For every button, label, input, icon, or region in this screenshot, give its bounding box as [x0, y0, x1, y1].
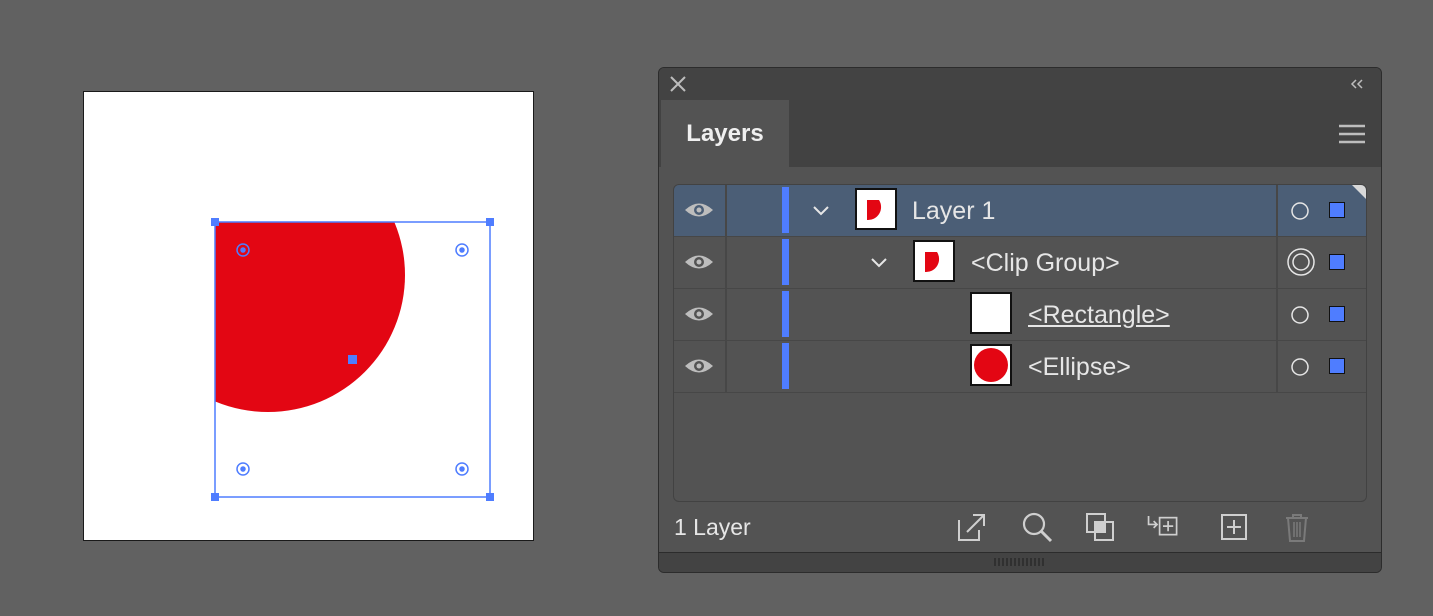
layer-color-bar	[782, 239, 789, 285]
visibility-eye-icon[interactable]	[684, 253, 714, 271]
layer-thumbnail	[970, 344, 1012, 386]
selection-indicator[interactable]	[1329, 202, 1345, 218]
close-icon[interactable]	[669, 75, 687, 93]
layer-row-ellipse[interactable]: <Ellipse>	[674, 341, 1366, 393]
corner-triangle-icon	[1352, 185, 1366, 199]
target-ring-icon[interactable]	[1290, 305, 1310, 325]
layer-thumbnail	[913, 240, 955, 282]
layers-list: Layer 1 <Clip Group> <Rectangle> <Ellips…	[673, 184, 1367, 502]
visibility-eye-icon[interactable]	[684, 201, 714, 219]
layer-row-clip-group[interactable]: <Clip Group>	[674, 237, 1366, 289]
tab-layers[interactable]: Layers	[661, 100, 789, 167]
layer-name[interactable]: Layer 1	[912, 197, 995, 226]
selection-indicator[interactable]	[1329, 254, 1345, 270]
new-layer-icon[interactable]	[1217, 510, 1251, 544]
layer-count-label: 1 Layer	[674, 514, 751, 540]
panel-resize-strip[interactable]	[659, 552, 1381, 572]
panel-titlebar	[659, 68, 1381, 100]
layer-thumbnail	[855, 188, 897, 230]
visibility-eye-icon[interactable]	[684, 357, 714, 375]
layer-row-layer-1[interactable]: Layer 1	[674, 185, 1366, 237]
layer-name[interactable]: <Ellipse>	[1028, 353, 1131, 382]
layer-name[interactable]: <Clip Group>	[971, 249, 1120, 278]
panel-tabbar: Layers	[659, 100, 1381, 167]
target-ring-icon[interactable]	[1290, 201, 1310, 221]
collapse-panel-icon[interactable]	[1349, 78, 1365, 90]
make-clipping-mask-icon[interactable]	[1083, 510, 1117, 544]
layer-color-bar	[782, 291, 789, 337]
chevron-down-icon[interactable]	[812, 205, 830, 217]
layer-color-bar	[782, 187, 789, 233]
layer-row-rectangle[interactable]: <Rectangle>	[674, 289, 1366, 341]
clipped-ellipse	[215, 222, 405, 412]
layer-name[interactable]: <Rectangle>	[1028, 301, 1170, 330]
layer-thumbnail	[970, 292, 1012, 334]
selection-indicator[interactable]	[1329, 358, 1345, 374]
panel-menu-icon[interactable]	[1339, 124, 1365, 144]
target-ring-icon[interactable]	[1290, 357, 1310, 377]
artboard[interactable]	[83, 91, 534, 541]
export-icon[interactable]	[955, 510, 989, 544]
chevron-down-icon[interactable]	[870, 257, 888, 269]
target-double-ring-icon[interactable]	[1286, 247, 1316, 277]
locate-object-icon[interactable]	[1020, 510, 1054, 544]
trash-icon[interactable]	[1280, 510, 1314, 544]
layer-color-bar	[782, 343, 789, 389]
layers-panel: Layers Layer 1 <Clip Group> <Rectangle> …	[658, 67, 1382, 573]
selection-indicator[interactable]	[1329, 306, 1345, 322]
resize-grip-icon[interactable]	[994, 558, 1044, 566]
visibility-eye-icon[interactable]	[684, 305, 714, 323]
create-sublayer-icon[interactable]	[1146, 510, 1180, 544]
